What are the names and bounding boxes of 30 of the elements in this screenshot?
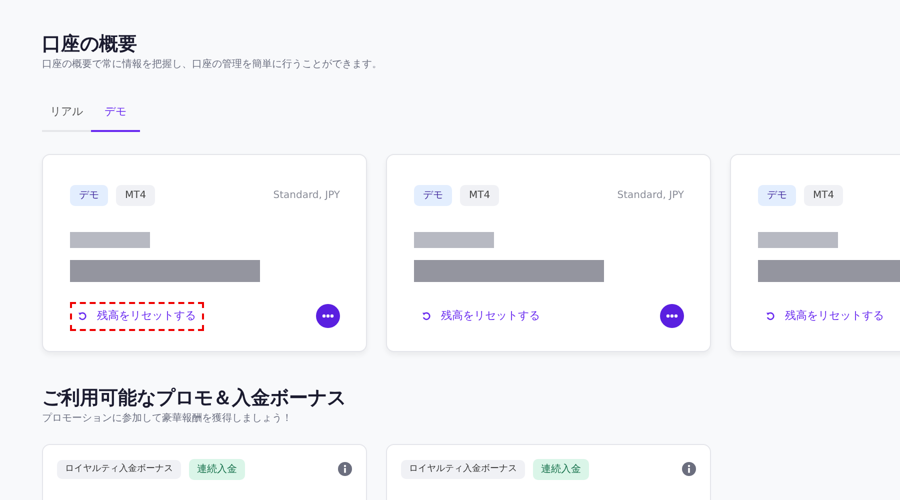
info-icon[interactable] xyxy=(682,462,696,476)
ellipsis-icon xyxy=(666,314,678,318)
reset-icon xyxy=(766,312,775,321)
category-tag: ロイヤルティ入金ボーナス xyxy=(401,460,525,480)
reset-balance-link[interactable]: 残高をリセットする xyxy=(758,302,892,331)
info-icon[interactable] xyxy=(338,462,352,476)
platform-badge: MT4 xyxy=(804,185,844,206)
reset-balance-link[interactable]: 残高をリセットする xyxy=(70,302,204,331)
status-tag: 連続入金 xyxy=(533,458,589,480)
section-title: ご利用可能なプロモ＆入金ボーナス xyxy=(42,386,347,411)
page-subtitle: 口座の概要で常に情報を把握し、口座の管理を簡単に行うことができます。 xyxy=(42,58,383,72)
reset-icon xyxy=(422,312,431,321)
account-mode-badge: デモ xyxy=(758,185,796,206)
reset-balance-link[interactable]: 残高をリセットする xyxy=(414,302,548,331)
account-type: Standard, JPY xyxy=(273,189,340,204)
reset-icon xyxy=(78,312,87,321)
account-mode-badge: デモ xyxy=(70,185,108,206)
platform-badge: MT4 xyxy=(116,185,156,206)
more-options-button[interactable] xyxy=(660,304,684,328)
tab[interactable]: デモ xyxy=(91,98,140,132)
platform-badge: MT4 xyxy=(460,185,500,206)
section-subtitle: プロモーションに参加して豪華報酬を獲得しましょう！ xyxy=(42,412,293,426)
account-type: Standard, JPY xyxy=(617,189,684,204)
account-mode-badge: デモ xyxy=(414,185,452,206)
ellipsis-icon xyxy=(322,314,334,318)
status-tag: 連続入金 xyxy=(189,458,245,480)
more-options-button[interactable] xyxy=(316,304,340,328)
category-tag: ロイヤルティ入金ボーナス xyxy=(57,460,181,480)
tab[interactable]: リアル xyxy=(42,98,91,132)
page-title: 口座の概要 xyxy=(42,32,138,57)
